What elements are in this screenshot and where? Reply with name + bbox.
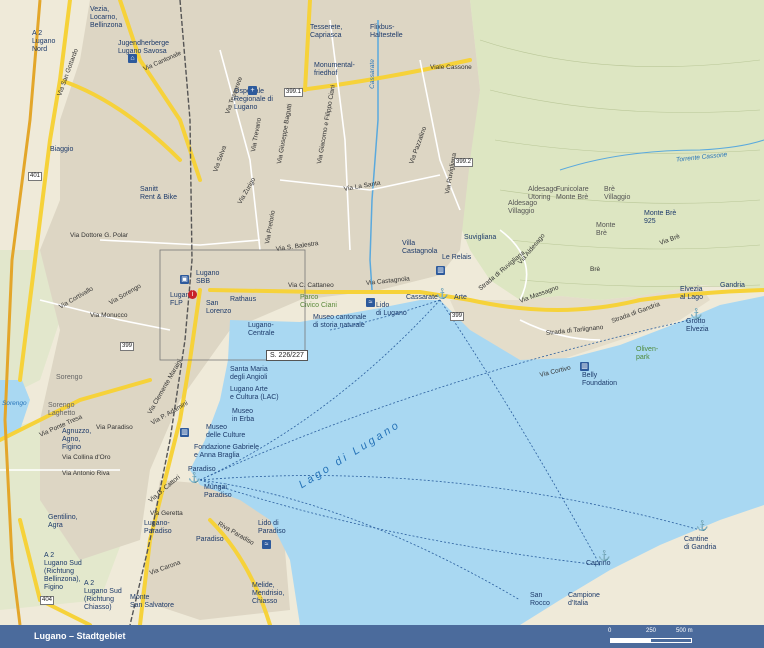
route-404: 404 [40,596,55,605]
place-lugano-nord: A 2 Lugano Nord [32,30,56,53]
place-aldesago: Aldesago Villaggio [508,200,538,215]
place-bre-villaggio: Brè Villaggio [604,186,631,201]
museum-culture-icon: ▥ [180,428,189,437]
place-grotto: Grotto Elvezia [686,318,709,333]
place-museo-cantonale: Museo cantonale di storia naturale [313,314,367,329]
hostel-icon: ⌂ [128,54,137,63]
place-flixbus: Flixbus- Haltestelle [370,24,403,39]
road-paradiso: Via Paradiso [96,424,133,431]
anchor-cassarate-icon: ⚓ [436,289,449,300]
info-icon: i [188,290,197,299]
route-401: 401 [28,172,43,181]
place-lugano-paradiso: Lugano- Paradiso [144,520,172,535]
place-parco: Parco Civico Ciani [300,294,337,309]
place-monte-salvatore: Monte San Salvatore [130,594,174,609]
river-cassarate: Cassarate [368,59,376,89]
place-monte-bre-lbl: Monte Brè [596,222,616,237]
swimming-icon: ≈ [262,540,271,549]
place-lugano-centrale: Lugano- Centrale [248,322,275,337]
place-jugendherberge: Jugendherberge Lugano Savosa [118,40,169,55]
lake-sorengo: Sorengo [2,400,27,407]
road-dottore: Via Dottore G. Polar [70,232,129,239]
museum-icon: ▥ [436,266,445,275]
place-sanitt: Sanitt Rent & Bike [140,186,177,201]
place-santa-maria: Santa Maria degli Angioli [230,366,268,381]
place-lugano-sud-b: A 2 Lugano Sud (Richtung Chiasso) [84,580,122,611]
place-cantine: Cantine di Gandria [684,536,717,551]
place-aldesago-uttoring: Aldesago Utoring [528,186,558,201]
map-canvas[interactable]: Vezia, Locarno, Bellinzona A 2 Lugano Nord J… [0,0,764,648]
place-lugano-sud-a: A 2 Lugano Sud (Richtung Bellinzona), Figino [44,552,82,591]
road-collina: Via Collina d'Oro [62,454,111,461]
place-campione: Campione d'Italia [568,592,600,607]
place-lido-paradiso: Lido di Paradiso [258,520,286,535]
place-melide: Melide, Mendrisio, Chiasso [252,582,285,605]
route-399-1: 399.1 [284,88,304,97]
scale-line [610,638,692,643]
route-399d: 399 [450,312,465,321]
place-oliven: Oliven-park [636,346,659,361]
place-museo-culture: Museo delle Culture [206,424,246,439]
place-gentilino: Gentilino, Agra [48,514,78,529]
hospital-icon: + [248,86,257,95]
foundation-icon: ▥ [580,362,589,371]
anchor-paradiso-icon: ⚓ [188,473,201,484]
scale-0: 0 [608,628,612,634]
route-399c: 399 [120,342,135,351]
scale-500: 500 m [676,628,693,634]
place-gandria: Gandria [720,282,745,289]
place-belly: Belly Foundation [582,372,618,387]
page-reference: S. 226/227 [266,350,308,361]
scale-bar: 0 250 500 m [608,628,700,643]
road-monucco: Via Monucco [90,312,128,319]
place-le-relais: Le Relais [442,254,472,261]
place-agnuzzo: Agnuzzo, Agno, Figino [62,428,92,451]
place-museo-erba: Museo in Erba [232,408,255,423]
place-san-lorenzo: San Lorenzo [206,300,232,315]
route-399-2: 399.2 [454,158,474,167]
anchor-cantine-icon: ⚓ [696,521,709,532]
road-viale-cassone: Viale Cassone [430,64,472,71]
place-monumentalfriedhof: Monumental-friedhof [314,62,355,77]
place-cassarate: Cassarate [406,294,438,301]
place-lac: Lugano Arte e Cultura (LAC) [230,386,279,401]
place-sorengo: Sorengo [56,374,83,381]
place-villa-castagnola: Villa Castagnola [402,240,438,255]
scale-250: 250 [646,628,657,634]
road-via-bre-2: Brè [590,266,601,273]
place-funicolare: Funicolare Monte Brè [556,186,589,201]
anchor-caprino-icon: ⚓ [598,551,611,562]
place-tesserete: Tesserete, Capriasca [310,24,343,39]
anchor-gandria-icon: ⚓ [690,309,703,320]
road-cattaneo: Via C. Cattaneo [288,282,334,289]
place-vezia: Vezia, Locarno, Bellinzona [90,6,123,29]
place-mungai: Mungai Paradiso [204,484,232,499]
lido-icon: ≈ [366,298,375,307]
place-monte-bre: Monte Brè 925 [644,210,677,225]
place-elvezia: Elvezia al Lago [680,286,703,301]
place-arte: Arte [454,294,467,301]
place-lugano-sbb: Lugano SBB [196,270,220,285]
place-paradiso2: Paradiso [196,536,224,543]
map-title: Lugano – Stadtgebiet [34,631,126,641]
road-geretta: Via Geretta [150,510,183,517]
train-station-icon: ▣ [180,275,189,284]
place-fondazione: Fondazione Gabriele e Anna Braglia [194,444,259,459]
place-suvigliana: Suvigliana [464,234,497,241]
place-lido-lugano: Lido di Lugano [376,302,407,317]
place-biaggio: Biaggio [50,146,74,153]
place-san-rocco: San Rocco [530,592,550,607]
place-sorengo-laghetto: Sorengo Laghetto [48,402,76,417]
road-riva: Via Antonio Riva [62,470,110,477]
place-rathaus: Rathaus [230,296,257,303]
map-footer: Lugano – Stadtgebiet 0 250 500 m [0,625,764,648]
